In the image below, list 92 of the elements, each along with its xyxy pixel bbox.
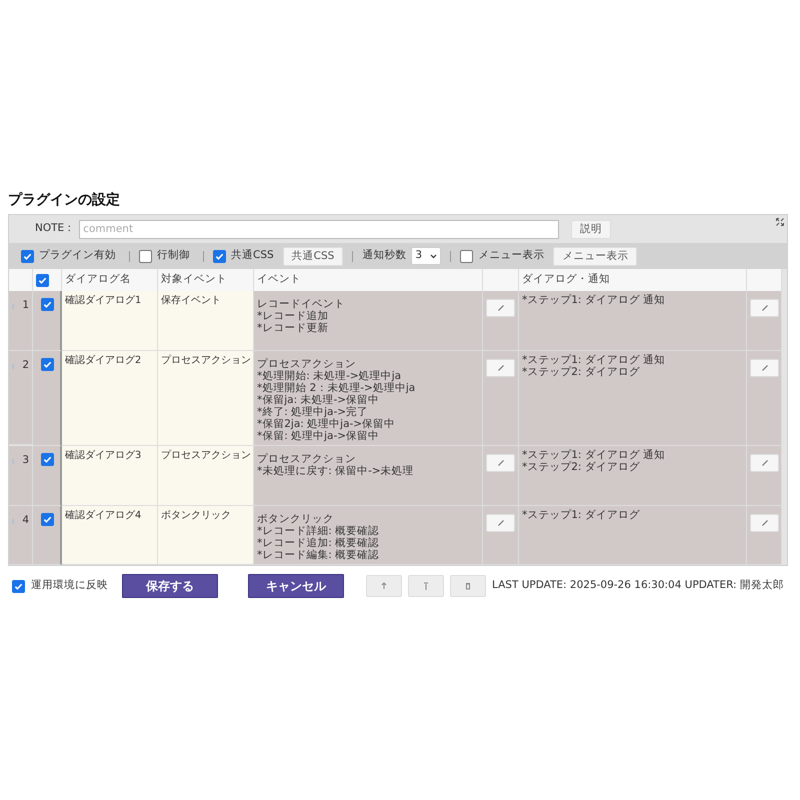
- save-button[interactable]: 保存する: [122, 574, 218, 598]
- edit-button[interactable]: [750, 454, 779, 472]
- checkbox-label: プラグイン有効: [39, 248, 116, 264]
- dialog-line: *ステップ2: ダイアログ: [522, 366, 641, 378]
- drag-handle-icon[interactable]: [12, 457, 14, 466]
- table-cell: プロセスアクション: [158, 351, 254, 446]
- checkbox[interactable]: [460, 250, 474, 262]
- checkbox[interactable]: [139, 250, 152, 262]
- toolbar-button[interactable]: メニュー表示: [553, 246, 638, 266]
- description-button[interactable]: 説明: [571, 220, 612, 238]
- row-checkbox[interactable]: [41, 358, 54, 371]
- edit-button[interactable]: [486, 359, 515, 377]
- last-update-text: LAST UPDATE: 2025-09-26 16:30:04 UPDATER: 開発太郎: [492, 578, 784, 594]
- toolbar-button[interactable]: 共通CSS: [282, 246, 344, 266]
- table-cell: 確認ダイアログ4: [62, 506, 158, 565]
- column-header: イベント: [254, 269, 483, 291]
- move-to-bottom-button[interactable]: [408, 575, 444, 597]
- drag-handle-icon[interactable]: [12, 302, 14, 311]
- pencil-icon: [762, 520, 768, 526]
- dialog-line: *ステップ1: ダイアログ 通知: [522, 354, 666, 366]
- seconds-select[interactable]: 3: [411, 247, 442, 265]
- edit-button[interactable]: [750, 359, 779, 377]
- pencil-icon: [762, 460, 768, 466]
- trash-icon: [465, 582, 471, 590]
- edit-button[interactable]: [486, 514, 515, 532]
- move-up-button[interactable]: [366, 575, 402, 597]
- checkbox[interactable]: [213, 250, 226, 262]
- edit-button[interactable]: [750, 514, 779, 532]
- drag-handle-icon[interactable]: [12, 517, 14, 526]
- pencil-icon: [498, 365, 504, 371]
- cancel-button[interactable]: キャンセル: [248, 574, 344, 598]
- row-number: 3: [22, 453, 29, 468]
- row-checkbox[interactable]: [41, 453, 54, 466]
- table-cell: プロセスアクション: [158, 446, 254, 506]
- event-line: プロセスアクション: [257, 358, 357, 370]
- edit-button[interactable]: [486, 299, 515, 317]
- event-line: *保留: 処理中ja->保留中: [257, 430, 380, 442]
- event-line: *レコード編集: 概要確認: [257, 549, 380, 561]
- edit-button[interactable]: [750, 299, 779, 317]
- edit-button[interactable]: [486, 454, 515, 472]
- event-line: *未処理に戻す: 保留中->未処理: [257, 465, 415, 477]
- dialog-line: *ステップ1: ダイアログ 通知: [522, 449, 666, 461]
- table-cell: ボタンクリック: [158, 506, 254, 565]
- checkbox-label: メニュー表示: [478, 248, 544, 264]
- dialog-line: *ステップ1: ダイアログ 通知: [522, 294, 666, 306]
- event-line: *処理開始 2：未処理->処理中ja: [257, 382, 416, 394]
- event-line: *レコード詳細: 概要確認: [257, 525, 380, 537]
- pencil-icon: [498, 460, 504, 466]
- table-cell: 確認ダイアログ2: [62, 351, 158, 446]
- event-line: *レコード更新: [257, 322, 330, 334]
- event-line: プロセスアクション: [257, 453, 357, 465]
- table-cell: 保存イベント: [158, 291, 254, 351]
- column-header: ダイアログ名: [62, 269, 158, 291]
- event-line: ボタンクリック: [257, 513, 335, 525]
- checkbox-label: 運用環境に反映: [31, 578, 108, 594]
- drag-handle-icon[interactable]: [12, 362, 14, 371]
- table-cell: 確認ダイアログ1: [62, 291, 158, 351]
- checkbox-label: 共通CSS: [231, 248, 274, 264]
- row-number: 2: [22, 358, 29, 373]
- reflect-checkbox[interactable]: [12, 580, 25, 592]
- dialog-line: *ステップ2: ダイアログ: [522, 461, 641, 473]
- dialog-line: *ステップ1: ダイアログ: [522, 509, 641, 521]
- trash-button[interactable]: [450, 575, 486, 597]
- event-line: *レコード追加: 概要確認: [257, 537, 380, 549]
- row-checkbox[interactable]: [41, 298, 54, 311]
- select-all-checkbox[interactable]: [36, 274, 49, 286]
- event-line: *保留ja: 未処理->保留中: [257, 394, 380, 406]
- row-number: 4: [22, 513, 29, 528]
- column-header: ダイアログ・通知: [519, 269, 747, 291]
- page-title: プラグインの設定: [8, 190, 121, 210]
- pencil-icon: [498, 305, 504, 311]
- event-line: *終了: 処理中ja->完了: [257, 406, 370, 418]
- event-line: *処理開始: 未処理->処理中ja: [257, 370, 402, 382]
- checkbox[interactable]: [21, 250, 34, 262]
- select-label: 通知秒数: [362, 248, 406, 264]
- move-up-icon: [381, 582, 387, 590]
- expand-icon[interactable]: [776, 218, 784, 226]
- row-checkbox[interactable]: [41, 513, 54, 526]
- checkbox-label: 行制御: [157, 248, 190, 264]
- row-number: 1: [22, 298, 29, 313]
- note-field[interactable]: comment: [79, 220, 560, 238]
- column-header: 対象イベント: [158, 269, 254, 291]
- event-line: レコードイベント: [257, 298, 346, 310]
- table-cell: 確認ダイアログ3: [62, 446, 158, 506]
- pencil-icon: [498, 520, 504, 526]
- chevron-down-icon: [430, 254, 438, 258]
- event-line: *保留2ja: 処理中ja->保留中: [257, 418, 396, 430]
- move-to-bottom-icon: [423, 582, 429, 590]
- pencil-icon: [762, 365, 768, 371]
- event-line: *レコード追加: [257, 310, 330, 322]
- note-label: NOTE：: [35, 221, 76, 236]
- pencil-icon: [762, 305, 768, 311]
